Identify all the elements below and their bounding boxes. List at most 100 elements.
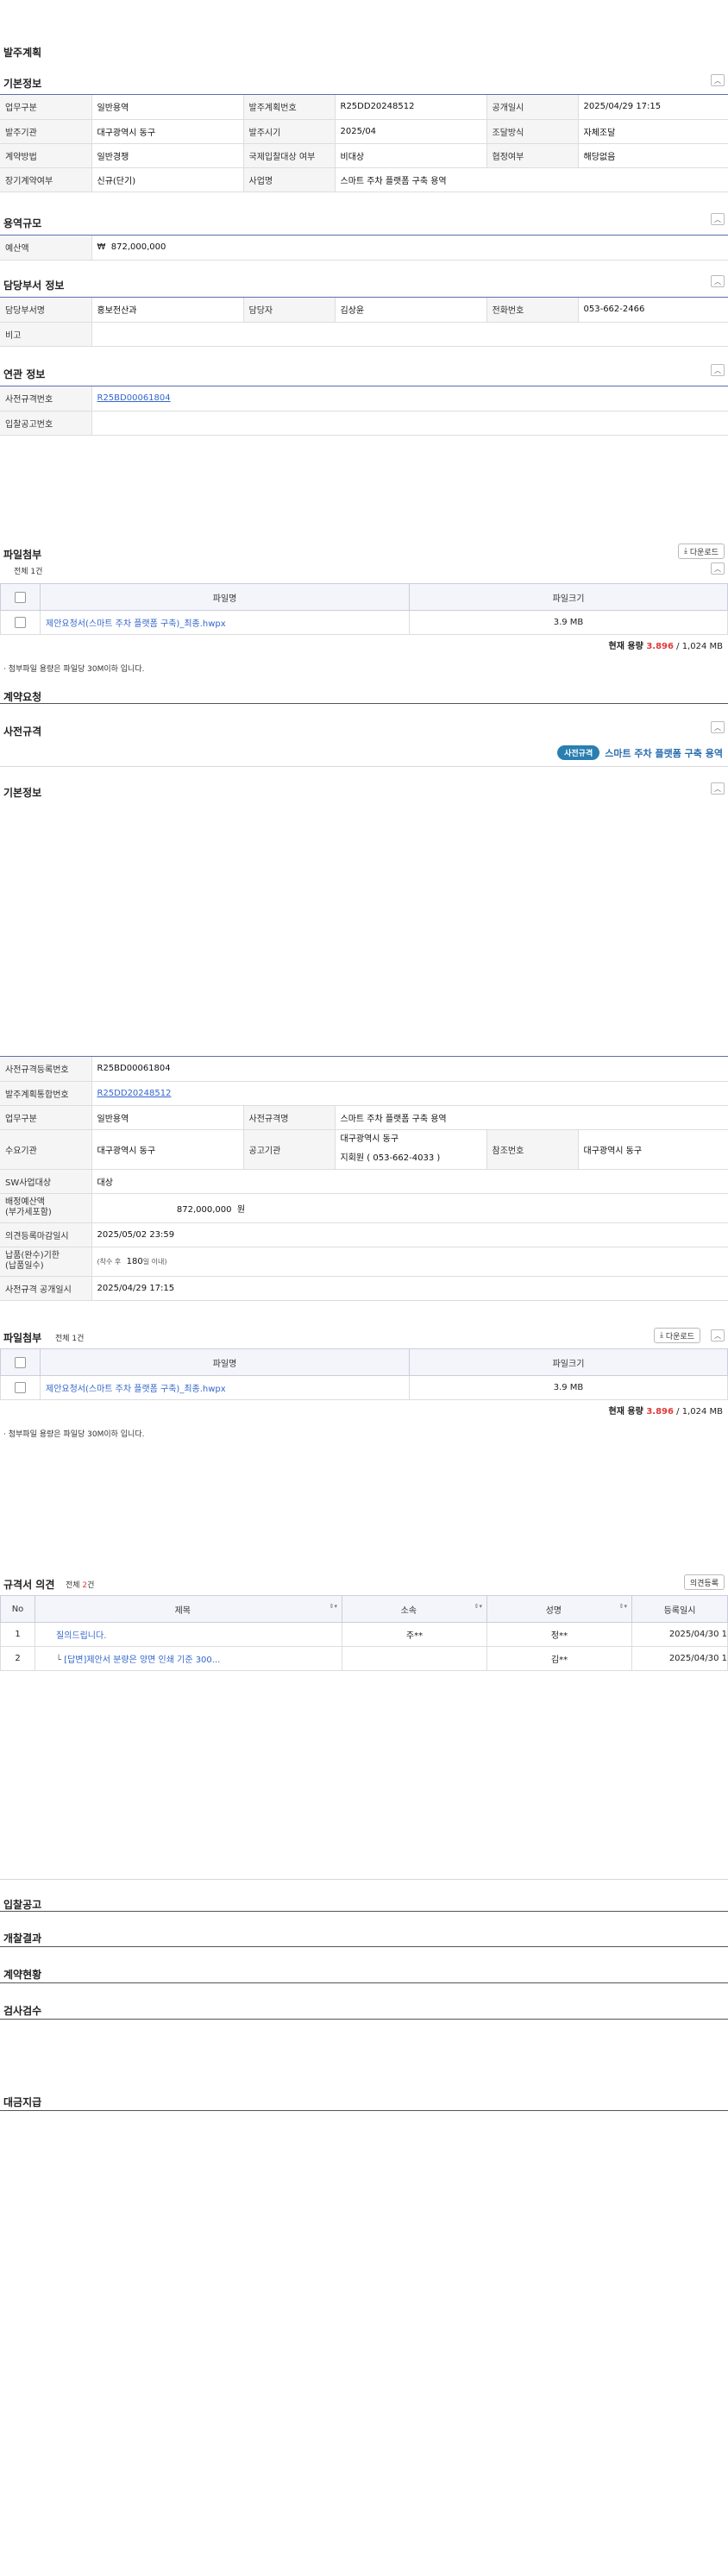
label: 발주계획통합번호: [0, 1081, 92, 1106]
value: 053-662-2466: [578, 298, 728, 323]
value: 일반경쟁: [91, 143, 244, 168]
basic-info-title: 기본정보: [3, 78, 42, 90]
download-icon: ⤓: [684, 547, 690, 556]
select-all-checkbox[interactable]: [15, 591, 26, 603]
plan-number-link[interactable]: R25DD20248512: [97, 1089, 172, 1098]
column-header: 파일명: [40, 1348, 410, 1376]
register-opinion-button[interactable]: 의견등록: [683, 1574, 725, 1590]
opinion-title-link[interactable]: [답변]제안서 분량은 양면 인쇄 기준 300...: [64, 1656, 220, 1665]
prespec-number-link[interactable]: R25BD00061804: [97, 393, 171, 403]
divider: [0, 1982, 728, 1983]
label: 계약방법: [0, 143, 92, 168]
label: 담당자: [243, 298, 336, 323]
related-table: 사전규격번호 R25BD00061804 입찰공고번호: [0, 386, 728, 436]
budget-title: 용역규모: [3, 217, 42, 229]
value: 자체조달: [578, 119, 728, 144]
opinion-org: [342, 1646, 487, 1671]
label: 비고: [0, 322, 92, 347]
label: 사전규격번호: [0, 386, 92, 412]
label: 장기계약여부: [0, 167, 92, 192]
notice-org: 대구광역시 동구: [340, 1134, 399, 1144]
file-link[interactable]: 제안요청서(스마트 주차 플랫폼 구축)_최종.hwpx: [46, 619, 226, 629]
capacity-label: 현재 용량: [608, 1407, 643, 1417]
row-checkbox[interactable]: [15, 1382, 26, 1393]
file-size: 3.9 MB: [409, 610, 728, 635]
section-bid-notice: 입찰공고: [3, 1899, 42, 1911]
collapse-prespec-basic-toggle[interactable]: ︿: [711, 782, 725, 795]
opinions-title: 규격서 의견: [3, 1579, 55, 1591]
download-button-2[interactable]: ⤓ 다운로드: [654, 1328, 700, 1343]
column-header: No: [0, 1595, 35, 1623]
file-attach-title-2: 파일첨부: [3, 1332, 42, 1344]
row-number: 2: [0, 1646, 35, 1671]
label-sub: (부가세포함): [5, 1208, 52, 1217]
value: 2025/04/29 17:15: [91, 1276, 728, 1301]
table-row[interactable]: 2 └ [답변]제안서 분량은 양면 인쇄 기준 300... 김** 2025…: [0, 1646, 728, 1671]
prespec-header: 사전규격 스마트 주차 플랫폼 구축 용역: [557, 745, 723, 760]
collapse-related-toggle[interactable]: ︿: [711, 364, 725, 376]
count-suffix: 건: [87, 1581, 95, 1590]
chevron-up-icon: ︿: [714, 784, 721, 793]
label: 사전규격명: [243, 1105, 336, 1130]
opinion-title-link[interactable]: 질의드립니다.: [56, 1631, 106, 1641]
sort-icon[interactable]: ⇕▾: [329, 1603, 337, 1610]
column-header-title[interactable]: 제목 ⇕▾: [35, 1595, 342, 1623]
chevron-up-icon: ︿: [714, 723, 721, 732]
sort-icon[interactable]: ⇕▾: [619, 1603, 627, 1610]
alloc-unit: 원: [236, 1204, 246, 1215]
capacity-used: 3.896: [646, 642, 674, 651]
collapse-file-toggle[interactable]: ︿: [711, 562, 725, 575]
period-prefix: (착수 후: [97, 1257, 122, 1266]
label: 공개일시: [486, 95, 579, 120]
label: 납품(완수)기한: [5, 1251, 60, 1260]
label: 예산액: [0, 236, 92, 261]
select-all-checkbox[interactable]: [15, 1356, 26, 1368]
prespec-basic-title: 기본정보: [3, 787, 42, 799]
value: 해당없음: [578, 143, 728, 168]
column-header: 등록일시: [631, 1595, 728, 1623]
column-header: 파일크기: [409, 1348, 728, 1376]
label: 사전규격 공개일시: [0, 1276, 92, 1301]
column-header-org[interactable]: 소속 ⇕▾: [342, 1595, 487, 1623]
file-link[interactable]: 제안요청서(스마트 주차 플랫폼 구축)_최종.hwpx: [46, 1385, 226, 1394]
column-header-name[interactable]: 성명 ⇕▾: [486, 1595, 632, 1623]
collapse-file-toggle-2[interactable]: ︿: [711, 1329, 725, 1341]
budget-value: ₩ 872,000,000: [91, 236, 728, 261]
value: 2025/04: [335, 119, 487, 144]
budget-table: 예산액 ₩ 872,000,000: [0, 236, 728, 261]
section-inspection: 검사검수: [3, 2005, 42, 2017]
value: 2025/04/29 17:15: [578, 95, 728, 120]
collapse-budget-toggle[interactable]: ︿: [711, 213, 725, 225]
opinion-org: 주**: [342, 1622, 487, 1647]
collapse-basic-toggle[interactable]: ︿: [711, 74, 725, 86]
file-size-note: · 첨부파일 용량은 파일당 30M이하 입니다.: [3, 665, 145, 674]
sort-icon[interactable]: ⇕▾: [474, 1603, 482, 1610]
table-row: 제안요청서(스마트 주차 플랫폼 구축)_최종.hwpx 3.9 MB: [0, 1375, 728, 1400]
label: 업무구분: [0, 95, 92, 120]
opinion-date: 2025/04/30 1: [631, 1646, 728, 1671]
capacity-total: / 1,024 MB: [673, 1407, 723, 1417]
currency-symbol: ₩: [97, 242, 106, 253]
capacity-used: 3.896: [646, 1407, 674, 1417]
value: 비대상: [335, 143, 487, 168]
row-checkbox[interactable]: [15, 617, 26, 628]
label: 수요기관: [0, 1129, 92, 1170]
value: 대구광역시 동구: [91, 119, 244, 144]
basic-info-table: 업무구분 일반용역 발주계획번호 R25DD20248512 공개일시 2025…: [0, 95, 728, 192]
status-badge: 사전규격: [557, 745, 600, 760]
file-count: 전체 1건: [14, 568, 43, 576]
label: 전화번호: [486, 298, 579, 323]
section-contract-status: 계약현황: [3, 1969, 42, 1981]
label: 입찰공고번호: [0, 411, 92, 436]
table-row[interactable]: 1 질의드립니다. 주** 정** 2025/04/30 1: [0, 1622, 728, 1647]
period-suffix: 일 이내): [142, 1257, 167, 1266]
label: 의견등록마감일시: [0, 1222, 92, 1247]
prespec-name: 스마트 주차 플랫폼 구축 용역: [605, 747, 723, 759]
collapse-dept-toggle[interactable]: ︿: [711, 275, 725, 287]
download-button[interactable]: ⤓ 다운로드: [678, 543, 725, 559]
label: 담당부서명: [0, 298, 92, 323]
value: 스마트 주차 플랫폼 구축 용역: [335, 167, 728, 192]
file-count-2: 전체 1건: [55, 1335, 85, 1343]
notice-contact: 지회원 ( 053-662-4033 ): [340, 1153, 441, 1163]
collapse-prespec-toggle[interactable]: ︿: [711, 721, 725, 733]
